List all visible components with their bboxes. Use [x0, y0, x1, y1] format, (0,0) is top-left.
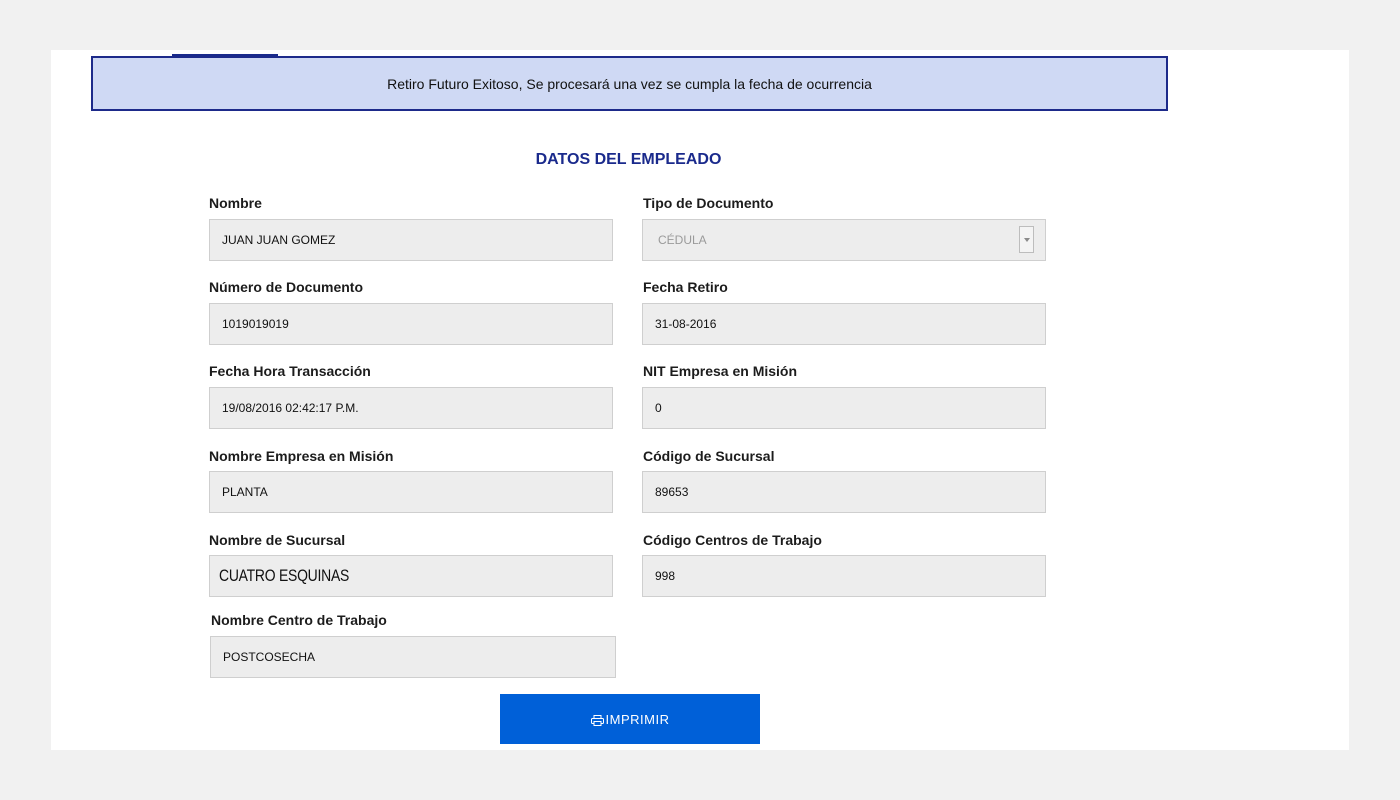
section-title: DATOS DEL EMPLEADO — [535, 151, 722, 168]
nombre-empresa-mision-label: Nombre Empresa en Misión — [209, 448, 394, 464]
numero-documento-label: Número de Documento — [209, 279, 364, 295]
nit-empresa-mision-value: 0 — [655, 401, 662, 415]
codigo-centros-trabajo-label: Código Centros de Trabajo — [643, 532, 822, 548]
codigo-sucursal-value: 89653 — [655, 485, 689, 499]
nombre-centro-trabajo-label: Nombre Centro de Trabajo — [211, 612, 387, 628]
print-button-label: IMPRIMIR — [605, 711, 670, 727]
chevron-down-icon[interactable] — [1019, 226, 1034, 253]
nit-empresa-mision-label: NIT Empresa en Misión — [643, 363, 798, 379]
fecha-retiro-label: Fecha Retiro — [643, 279, 728, 295]
tipo-documento-select[interactable]: CÉDULA — [642, 219, 1046, 261]
tipo-documento-label: Tipo de Documento — [643, 195, 774, 211]
print-button[interactable]: IMPRIMIR — [500, 694, 760, 744]
codigo-centros-trabajo-value: 998 — [655, 569, 676, 583]
fecha-retiro-field[interactable]: 31-08-2016 — [642, 303, 1046, 345]
fecha-retiro-value: 31-08-2016 — [655, 317, 717, 331]
codigo-centros-trabajo-field[interactable]: 998 — [642, 555, 1046, 597]
nombre-sucursal-field[interactable]: CUATRO ESQUINAS — [209, 555, 613, 597]
numero-documento-field[interactable]: 1019019019 — [209, 303, 613, 345]
nombre-field[interactable]: JUAN JUAN GOMEZ — [209, 219, 613, 261]
fecha-hora-transaccion-value: 19/08/2016 02:42:17 P.M. — [222, 401, 359, 415]
numero-documento-value: 1019019019 — [222, 317, 289, 331]
fecha-hora-transaccion-field[interactable]: 19/08/2016 02:42:17 P.M. — [209, 387, 613, 429]
nombre-empresa-mision-field[interactable]: PLANTA — [209, 471, 613, 513]
codigo-sucursal-field[interactable]: 89653 — [642, 471, 1046, 513]
nombre-sucursal-label: Nombre de Sucursal — [209, 532, 346, 548]
nit-empresa-mision-field[interactable]: 0 — [642, 387, 1046, 429]
nombre-value: JUAN JUAN GOMEZ — [222, 233, 336, 247]
nombre-label: Nombre — [209, 195, 262, 211]
fecha-hora-transaccion-label: Fecha Hora Transacción — [209, 363, 371, 379]
nombre-sucursal-value: CUATRO ESQUINAS — [219, 566, 350, 585]
alert-message: Retiro Futuro Exitoso, Se procesará una … — [387, 75, 872, 92]
main-panel: Retiro Futuro Exitoso, Se procesará una … — [51, 50, 1349, 750]
printer-icon — [590, 714, 604, 726]
codigo-sucursal-label: Código de Sucursal — [643, 448, 775, 464]
tipo-documento-value: CÉDULA — [658, 233, 707, 247]
nombre-centro-trabajo-value: POSTCOSECHA — [223, 650, 316, 664]
success-alert: Retiro Futuro Exitoso, Se procesará una … — [91, 56, 1168, 111]
nombre-empresa-mision-value: PLANTA — [222, 485, 268, 499]
nombre-centro-trabajo-field[interactable]: POSTCOSECHA — [210, 636, 616, 678]
